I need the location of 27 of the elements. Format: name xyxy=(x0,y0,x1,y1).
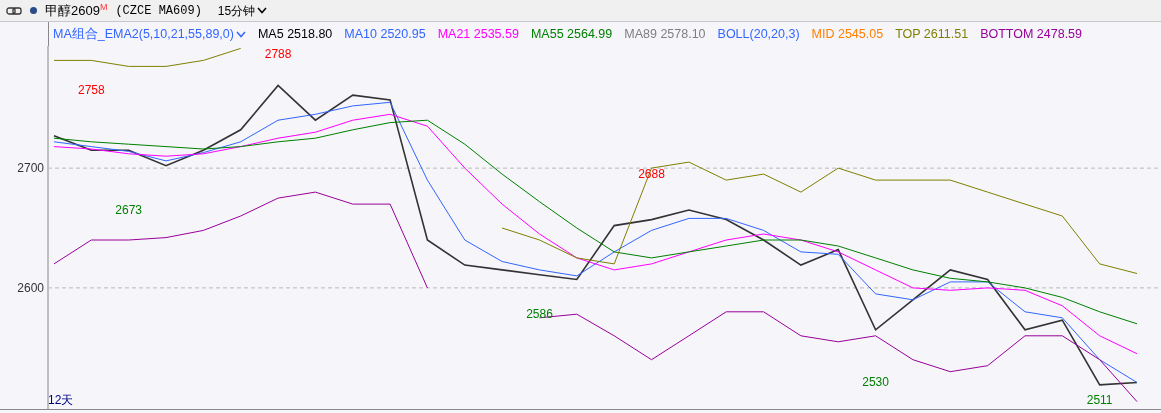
price-mark: 2688 xyxy=(638,166,665,181)
indicator-value: MID 2545.05 xyxy=(811,25,884,43)
indicator-value: BOLL(20,20,3) xyxy=(717,25,800,43)
instrument-title: 甲醇2609$^{M}$ xyxy=(45,1,108,20)
indicator-value: MA55 2564.99 xyxy=(530,25,613,43)
indicator-value: TOP 2611.51 xyxy=(895,25,969,43)
indicator-selector[interactable]: MA组合_EMA2(5,10,21,55,89,0) xyxy=(53,24,246,44)
caret-icon xyxy=(257,7,268,14)
caret-icon xyxy=(235,30,246,38)
indicator-value: MA89 2578.10 xyxy=(624,25,706,43)
price-mark: 2673 xyxy=(115,202,143,217)
indicator-value: BOTTOM 2478.59 xyxy=(980,25,1083,43)
price-mark: 2788 xyxy=(264,46,292,61)
y-axis-label: 2700 xyxy=(17,161,44,176)
time-span-label: 12天 xyxy=(48,392,74,409)
y-axis-label: 2600 xyxy=(17,280,44,295)
price-mark: 2511 xyxy=(1086,393,1113,407)
indicator-value: MA5 2518.80 xyxy=(257,25,333,43)
price-mark: 2530 xyxy=(862,375,889,390)
price-mark: 2758 xyxy=(78,82,105,97)
link-icon[interactable] xyxy=(6,6,22,15)
indicator-value: MA10 2520.95 xyxy=(344,25,426,43)
indicator-value: MA21 2535.59 xyxy=(437,25,519,43)
period-dropdown[interactable]: 15分钟 xyxy=(217,1,268,20)
price-mark: 2586 xyxy=(526,306,553,321)
status-dot-icon xyxy=(30,7,37,14)
instrument-code: (CZCE MA609) xyxy=(115,2,202,20)
